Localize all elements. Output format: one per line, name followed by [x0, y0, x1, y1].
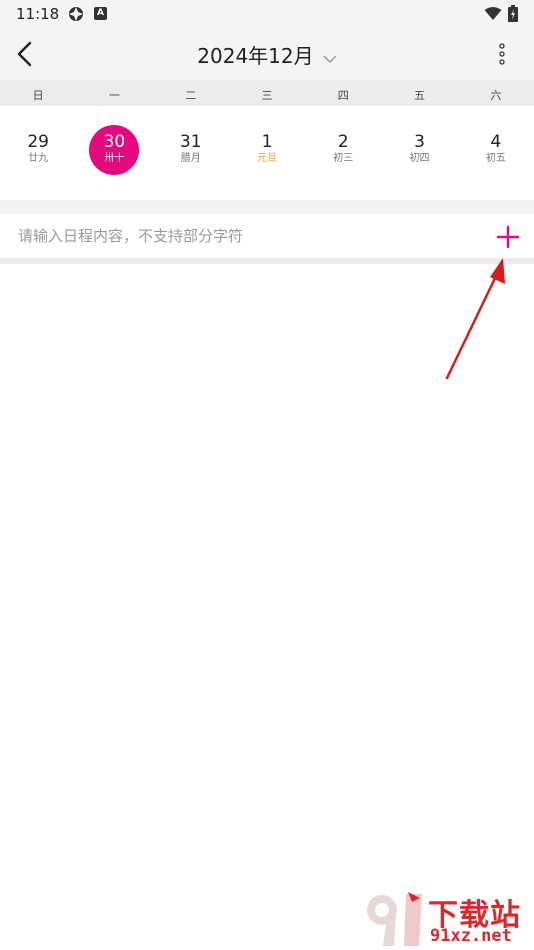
- wifi-icon: [484, 7, 502, 20]
- schedule-input[interactable]: [18, 224, 458, 248]
- date-number: 3: [414, 132, 425, 152]
- weekday-label: 一: [108, 89, 120, 102]
- holiday-label: 元旦: [256, 153, 277, 164]
- lunar-date: 廿九: [28, 153, 49, 164]
- watermark-logo: [367, 892, 422, 946]
- date-number: 1: [261, 132, 273, 152]
- sync-icon: [69, 7, 83, 21]
- watermark: 下载站 91xz.net: [362, 890, 532, 948]
- chevron-down-icon: [323, 54, 337, 63]
- section-divider: [0, 200, 534, 214]
- lunar-date: 初五: [485, 153, 506, 164]
- date-cell[interactable]: 2 初三: [305, 106, 381, 200]
- weekday-label: 四: [337, 89, 349, 102]
- weekday-label: 六: [490, 89, 502, 102]
- schedule-input-row: [0, 214, 534, 258]
- date-number: 2: [337, 132, 349, 152]
- month-selector[interactable]: 2024年12月: [0, 40, 534, 69]
- weekday-label: 三: [261, 89, 273, 102]
- status-time: 11:18: [16, 5, 60, 23]
- date-cell[interactable]: 1 元旦: [229, 106, 305, 200]
- battery-icon: [508, 5, 518, 22]
- weekday-label: 五: [414, 89, 426, 102]
- watermark-url: 91xz.net: [430, 926, 512, 946]
- lunar-date: 腊月: [180, 153, 201, 164]
- week-header: 日 一 二 三 四 五 六: [0, 80, 534, 106]
- weekday-label: 二: [185, 89, 197, 102]
- week-date-row: 29 廿九 30 卅十 31 腊月 1 元旦 2 初三 3 初四 4 初五: [0, 106, 534, 200]
- date-cell[interactable]: 4 初五: [458, 106, 534, 200]
- date-number: 30: [103, 132, 126, 152]
- date-number: 31: [179, 132, 202, 152]
- status-bar: 11:18 A: [0, 0, 534, 28]
- section-divider: [0, 258, 534, 264]
- more-options-icon[interactable]: [494, 42, 510, 66]
- notification-app-icon: A: [94, 7, 107, 20]
- lunar-date: 初三: [333, 153, 354, 164]
- date-cell[interactable]: 31 腊月: [153, 106, 229, 200]
- date-cell[interactable]: 3 初四: [381, 106, 457, 200]
- weekday-label: 日: [32, 89, 44, 102]
- app-bar: 2024年12月: [0, 28, 534, 80]
- lunar-date: 卅十: [104, 153, 125, 164]
- page-title: 2024年12月: [197, 44, 314, 68]
- date-cell-selected[interactable]: 30 卅十: [76, 106, 152, 200]
- date-cell[interactable]: 29 廿九: [0, 106, 76, 200]
- date-number: 29: [27, 132, 49, 152]
- lunar-date: 初四: [409, 153, 430, 164]
- add-schedule-button[interactable]: [495, 224, 521, 250]
- date-number: 4: [490, 132, 502, 152]
